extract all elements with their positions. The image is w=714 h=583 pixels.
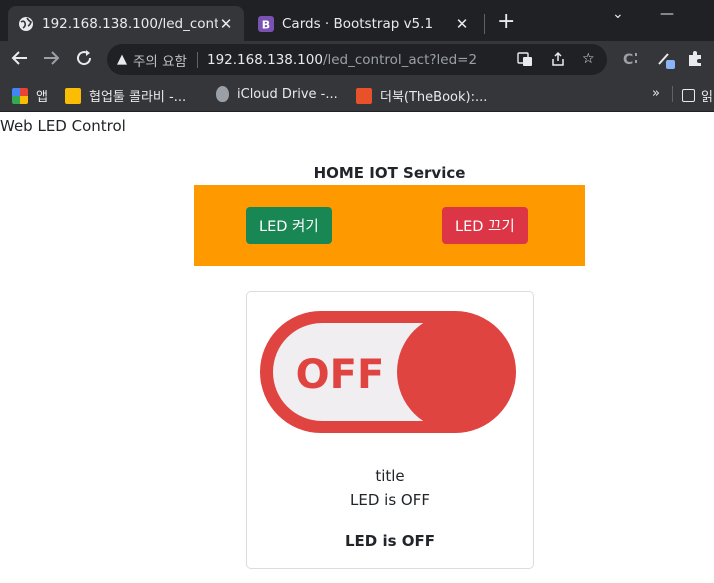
reading-list[interactable]: 읽 xyxy=(682,86,713,105)
bookmark-label: 더북(TheBook):... xyxy=(380,90,488,105)
page-heading: Web LED Control xyxy=(0,117,126,135)
extension-c-icon[interactable]: C xyxy=(622,50,640,72)
apps-grid-icon xyxy=(12,87,28,104)
tab-title: Cards · Bootstrap v5.1 xyxy=(282,15,434,32)
led-off-button[interactable]: LED 끄기 xyxy=(442,207,528,244)
svg-text:B: B xyxy=(262,18,270,31)
address-bar[interactable]: ▲ 주의 요함 192.168.138.100/led_control_act?… xyxy=(107,44,607,75)
extensions-puzzle-icon[interactable] xyxy=(686,50,704,72)
url-separator xyxy=(196,51,198,68)
led-status-card: OFF title LED is OFF LED is OFF xyxy=(246,291,534,569)
warning-triangle-icon[interactable]: ▲ xyxy=(117,52,127,67)
extension-pen-icon[interactable] xyxy=(656,50,676,74)
led-on-button[interactable]: LED 켜기 xyxy=(246,207,332,244)
tab-close-icon[interactable]: ✕ xyxy=(218,15,234,33)
reload-icon[interactable] xyxy=(73,49,95,71)
back-arrow-icon[interactable] xyxy=(9,49,31,71)
apple-icon xyxy=(216,86,229,102)
security-status-label[interactable]: 주의 요함 xyxy=(133,50,187,70)
switch-off-label: OFF xyxy=(296,352,385,398)
forward-arrow-icon[interactable] xyxy=(40,49,62,71)
url-path: /led_control_act?led=2 xyxy=(322,51,478,68)
bookmarks-bar: 앱 협업툴 콜라비 -... iCloud Drive -... 더북(TheB… xyxy=(0,78,714,112)
bookmarks-overflow-icon[interactable]: » xyxy=(652,86,660,101)
bookmark-label: iCloud Drive -... xyxy=(237,86,338,102)
bookmark-icloud[interactable]: iCloud Drive -... xyxy=(216,86,338,102)
bookmark-label: 협업툴 콜라비 -... xyxy=(89,90,187,105)
svg-text:C: C xyxy=(623,52,633,68)
globe-icon xyxy=(18,16,34,32)
bookmark-thebook[interactable]: 더북(TheBook):... xyxy=(356,86,487,105)
thebook-icon xyxy=(356,87,372,104)
reading-list-icon xyxy=(682,89,695,102)
bookmark-separator xyxy=(672,86,673,102)
browser-toolbar: ▲ 주의 요함 192.168.138.100/led_control_act?… xyxy=(0,41,714,78)
minimize-window-icon[interactable]: — xyxy=(660,6,674,22)
translate-icon[interactable] xyxy=(517,51,533,71)
browser-tab-bar: 192.168.138.100/led_control_act?led=2 ✕ … xyxy=(0,0,714,41)
card-text: LED is OFF xyxy=(350,491,430,509)
bookmark-label: 앱 xyxy=(36,90,48,105)
page-content: Web LED Control HOME IOT Service LED 켜기 … xyxy=(0,112,714,583)
bootstrap-icon: B xyxy=(258,15,274,32)
tab-title: 192.168.138.100/led_control_act?led=2 xyxy=(42,15,218,32)
new-tab-icon[interactable]: + xyxy=(497,11,515,33)
reading-list-label: 읽 xyxy=(701,90,713,105)
led-control-bar: LED 켜기 LED 끄기 xyxy=(194,185,585,266)
led-status-text: LED is OFF xyxy=(344,532,435,550)
tab-bootstrap-cards[interactable]: B Cards · Bootstrap v5.1 ✕ xyxy=(248,6,480,41)
share-icon[interactable] xyxy=(550,51,566,71)
tab-search-chevron-icon[interactable]: ⌄ xyxy=(612,6,624,22)
bookmark-star-icon[interactable]: ☆ xyxy=(582,51,595,67)
off-switch-image: OFF xyxy=(257,308,519,436)
url-host: 192.168.138.100 xyxy=(206,51,323,68)
collabee-icon xyxy=(65,87,81,104)
card-title: title xyxy=(375,467,405,485)
tab-separator xyxy=(484,14,485,34)
site-title: HOME IOT Service xyxy=(313,164,466,182)
bookmark-collabee[interactable]: 협업툴 콜라비 -... xyxy=(65,86,186,105)
tab-close-icon[interactable]: ✕ xyxy=(454,15,470,33)
bookmark-apps[interactable]: 앱 xyxy=(12,86,48,105)
tab-led-control[interactable]: 192.168.138.100/led_control_act?led=2 ✕ xyxy=(8,6,244,41)
